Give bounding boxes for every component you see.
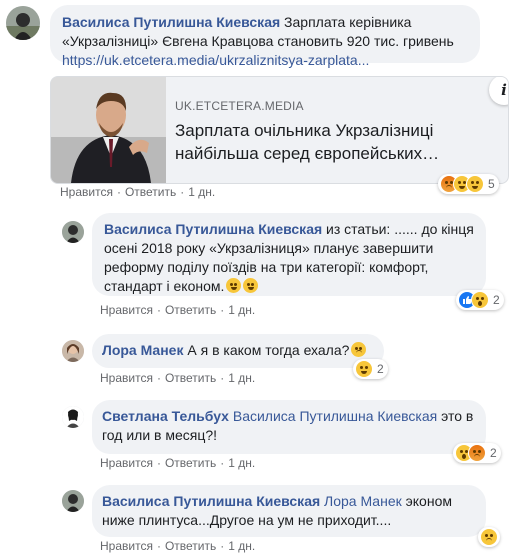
avatar[interactable] bbox=[62, 406, 84, 428]
profile-photo-icon bbox=[6, 6, 40, 40]
profile-photo-icon bbox=[62, 490, 84, 512]
separator: · bbox=[220, 303, 225, 317]
reply-button[interactable]: Ответить bbox=[165, 371, 216, 385]
laughing-emoji-icon bbox=[226, 278, 242, 293]
comment-actions: Нравится · Ответить · 1 дн. bbox=[100, 303, 255, 317]
comment-author[interactable]: Светлана Тельбух bbox=[102, 408, 229, 424]
comment-bubble: Светлана Тельбух Василиса Путилишна Киев… bbox=[92, 400, 486, 454]
reaction-summary[interactable]: 5 bbox=[438, 174, 499, 194]
profile-photo-icon bbox=[62, 340, 84, 362]
avatar[interactable] bbox=[62, 340, 84, 362]
sad-reaction-icon bbox=[480, 528, 498, 546]
separator: · bbox=[156, 371, 161, 385]
separator: · bbox=[156, 539, 161, 553]
timestamp[interactable]: 1 дн. bbox=[188, 185, 215, 199]
comment-actions: Нравится · Ответить · 1 дн. bbox=[60, 185, 215, 199]
article-thumbnail bbox=[51, 77, 166, 183]
article-title[interactable]: Зарплата очільника Укрзалізниці найбільш… bbox=[175, 119, 475, 165]
avatar[interactable] bbox=[62, 490, 84, 512]
separator: · bbox=[156, 456, 161, 470]
timestamp[interactable]: 1 дн. bbox=[228, 371, 255, 385]
wow-reaction-icon bbox=[471, 291, 489, 309]
laughing-emoji-icon bbox=[243, 278, 259, 293]
comment-actions: Нравится · Ответить · 1 дн. bbox=[100, 371, 255, 385]
comment-actions: Нравится · Ответить · 1 дн. bbox=[100, 456, 255, 470]
like-button[interactable]: Нравится bbox=[100, 456, 153, 470]
mention-link[interactable]: Лора Манек bbox=[324, 493, 402, 509]
like-button[interactable]: Нравится bbox=[100, 371, 153, 385]
profile-photo-icon bbox=[62, 406, 84, 428]
separator: · bbox=[116, 185, 121, 199]
separator: · bbox=[220, 371, 225, 385]
info-icon[interactable]: i bbox=[489, 77, 508, 105]
reaction-summary[interactable]: 2 bbox=[453, 443, 501, 463]
comment-text: А я в каком тогда ехала? bbox=[187, 342, 350, 358]
reaction-count: 5 bbox=[488, 177, 495, 191]
reaction-count: 2 bbox=[493, 293, 500, 307]
comment-bubble: Василиса Путилишна Киевская из статьи: .… bbox=[92, 213, 486, 296]
separator: · bbox=[220, 539, 225, 553]
haha-reaction-icon bbox=[466, 175, 484, 193]
article-domain: UK.ETCETERA.MEDIA bbox=[175, 99, 304, 113]
comment-bubble: Василиса Путилишна Киевская Лора Манек э… bbox=[92, 485, 486, 537]
avatar[interactable] bbox=[62, 221, 84, 243]
reply-button[interactable]: Ответить bbox=[125, 185, 176, 199]
reaction-summary[interactable]: 2 bbox=[353, 359, 388, 379]
reaction-count: 2 bbox=[377, 362, 384, 376]
separator: · bbox=[220, 456, 225, 470]
comment-author[interactable]: Лора Манек bbox=[102, 342, 183, 358]
reply-button[interactable]: Ответить bbox=[165, 539, 216, 553]
like-button[interactable]: Нравится bbox=[60, 185, 113, 199]
haha-reaction-icon bbox=[355, 360, 373, 378]
reaction-count: 2 bbox=[490, 446, 497, 460]
timestamp[interactable]: 1 дн. bbox=[228, 303, 255, 317]
like-button[interactable]: Нравится bbox=[100, 539, 153, 553]
mention-link[interactable]: Василиса Путилишна Киевская bbox=[233, 408, 437, 424]
reaction-summary[interactable]: 2 bbox=[456, 290, 504, 310]
link-preview-card[interactable]: UK.ETCETERA.MEDIA Зарплата очільника Укр… bbox=[50, 76, 509, 184]
article-photo-icon bbox=[51, 77, 166, 183]
comment-bubble: Лора Манек А я в каком тогда ехала? bbox=[92, 334, 384, 368]
timestamp[interactable]: 1 дн. bbox=[228, 539, 255, 553]
comment-author[interactable]: Василиса Путилишна Киевская bbox=[62, 14, 280, 30]
avatar[interactable] bbox=[6, 6, 40, 40]
angry-reaction-icon bbox=[468, 444, 486, 462]
comment-author[interactable]: Василиса Путилишна Киевская bbox=[102, 493, 320, 509]
profile-photo-icon bbox=[62, 221, 84, 243]
comment-actions: Нравится · Ответить · 1 дн. bbox=[100, 539, 255, 553]
separator: · bbox=[180, 185, 185, 199]
reaction-summary[interactable] bbox=[478, 527, 500, 547]
comment-author[interactable]: Василиса Путилишна Киевская bbox=[104, 221, 322, 237]
comment-bubble: Василиса Путилишна Киевская Зарплата кер… bbox=[50, 5, 480, 68]
like-button[interactable]: Нравится bbox=[100, 303, 153, 317]
article-link[interactable]: https://uk.etcetera.media/ukrzaliznitsya… bbox=[62, 52, 369, 68]
timestamp[interactable]: 1 дн. bbox=[228, 456, 255, 470]
reply-button[interactable]: Ответить bbox=[165, 303, 216, 317]
thinking-emoji-icon bbox=[351, 342, 367, 357]
reply-button[interactable]: Ответить bbox=[165, 456, 216, 470]
separator: · bbox=[156, 303, 161, 317]
